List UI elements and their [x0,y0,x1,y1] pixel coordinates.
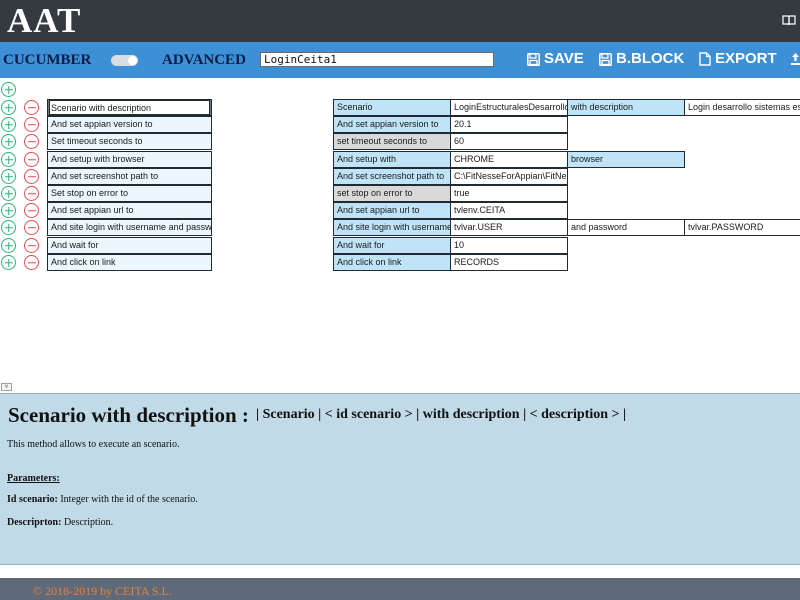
save-label: SAVE [544,50,584,67]
advanced-label: ADVANCED [162,52,246,68]
save-button[interactable]: SAVE [527,49,584,69]
remove-row-icon[interactable] [24,186,39,201]
table-cell-value[interactable]: tvlenv.CEITA [450,202,568,219]
add-row-icon[interactable] [1,152,16,167]
remove-row-icon[interactable] [24,255,39,270]
table-cell-value[interactable]: 20.1 [450,116,568,133]
remove-row-icon[interactable] [24,203,39,218]
remove-row-icon[interactable] [24,134,39,149]
export-button[interactable]: EXPORT [699,49,777,69]
export-label: EXPORT [715,50,777,67]
upload-icon[interactable] [791,52,800,66]
step-label: And click on link [51,257,116,267]
help-param-description: Descriprton: Description. [7,517,113,529]
table-cell-key: And set screenshot path to [333,168,451,185]
table-cell-value[interactable]: tvlvar.USER [450,219,568,236]
table-cell-ext2[interactable]: tvlvar.PASSWORD [684,219,800,236]
bblock-button[interactable]: B.BLOCK [599,49,684,69]
step-label: And set appian version to [51,119,153,129]
table-cell-value[interactable]: RECORDS [450,254,568,271]
save-icon [527,52,540,66]
help-title: Scenario with description : [8,403,249,427]
test-name-input[interactable] [260,52,494,67]
save-block-icon [599,52,612,66]
table-cell-value[interactable]: C:\FitNesseForAppian\FitNes [450,168,568,185]
add-row-icon[interactable] [1,255,16,270]
step-cell[interactable]: And set appian url to [47,202,212,219]
step-label: And set screenshot path to [51,171,159,181]
add-row-icon[interactable] [1,203,16,218]
param-text: Description. [61,517,114,528]
remove-row-icon[interactable] [24,220,39,235]
remove-row-icon[interactable] [24,169,39,184]
bblock-label: B.BLOCK [616,50,685,67]
table-cell-key: set timeout seconds to [333,133,451,150]
help-description: This method allows to execute an scenari… [7,439,180,450]
param-name: Descriprton: [7,517,62,528]
step-cell[interactable] [47,99,212,116]
step-cell[interactable]: And setup with browser [47,151,212,168]
add-row-icon[interactable] [1,220,16,235]
step-cell[interactable]: And set screenshot path to [47,168,212,185]
cucumber-label: CUCUMBER [3,52,92,68]
add-row-icon[interactable] [1,134,16,149]
table-cell-key: And site login with username [333,219,451,236]
step-cell[interactable]: Set timeout seconds to [47,133,212,150]
step-input[interactable] [48,100,211,115]
table-cell-ext1[interactable]: with description [567,99,685,116]
book-icon[interactable] [782,15,796,26]
help-params-heading: Parameters: [7,473,60,484]
table-cell-value[interactable]: LoginEstructuralesDesarrollo [450,99,568,116]
remove-row-icon[interactable] [24,117,39,132]
step-cell[interactable]: And wait for [47,237,212,254]
table-cell-key: And set appian version to [333,116,451,133]
param-text: Integer with the id of the scenario. [57,494,198,505]
add-row-icon[interactable] [1,238,16,253]
mode-toggle-knob [128,56,137,65]
step-cell[interactable]: And click on link [47,254,212,271]
table-cell-key: set stop on error to [333,185,451,202]
remove-row-icon[interactable] [24,100,39,115]
step-label: Set timeout seconds to [51,136,143,146]
file-icon [699,52,711,66]
table-cell-value[interactable]: 10 [450,237,568,254]
add-row-icon[interactable] [1,100,16,115]
table-cell-key: And set appian url to [333,202,451,219]
table-cell-key: Scenario [333,99,451,116]
remove-row-icon[interactable] [24,238,39,253]
remove-row-icon[interactable] [24,152,39,167]
help-param-id: Id scenario: Integer with the id of the … [7,494,198,506]
table-cell-value[interactable]: 60 [450,133,568,150]
help-syntax: | Scenario | < id scenario > | with desc… [256,407,627,422]
step-cell[interactable]: And site login with username and passw [47,219,212,236]
table-cell-key: And wait for [333,237,451,254]
table-cell-value[interactable]: CHROME [450,151,568,168]
mode-toggle[interactable] [111,55,138,66]
footer: © 2018-2019 by CEITA S.L. [0,578,800,600]
add-row-icon[interactable] [1,186,16,201]
add-step-icon[interactable] [1,82,16,97]
add-row-icon[interactable] [1,117,16,132]
step-label: And set appian url to [51,205,134,215]
step-cell[interactable]: And set appian version to [47,116,212,133]
table-cell-ext1[interactable]: browser [567,151,685,168]
table-cell-ext1[interactable]: and password [567,219,685,236]
app-header: AAT [0,0,800,42]
toolbar: CUCUMBER ADVANCED SAVE B.BLOCK EXPORT [0,42,800,78]
table-cell-key: And setup with [333,151,451,168]
step-label: And site login with username and passw [51,222,212,232]
step-label: Set stop on error to [51,188,129,198]
table-cell-ext2[interactable]: Login desarrollo sistemas es [684,99,800,116]
app-logo: AAT [7,1,82,40]
copyright-text: © 2018-2019 by CEITA S.L. [33,584,172,598]
collapse-help-button[interactable]: v [1,383,12,391]
table-cell-key: And click on link [333,254,451,271]
step-label: And wait for [51,240,99,250]
help-panel: Scenario with description : | Scenario |… [0,393,800,565]
add-row-icon[interactable] [1,169,16,184]
table-cell-value[interactable]: true [450,185,568,202]
step-label: And setup with browser [51,154,145,164]
step-cell[interactable]: Set stop on error to [47,185,212,202]
param-name: Id scenario: [7,494,58,505]
